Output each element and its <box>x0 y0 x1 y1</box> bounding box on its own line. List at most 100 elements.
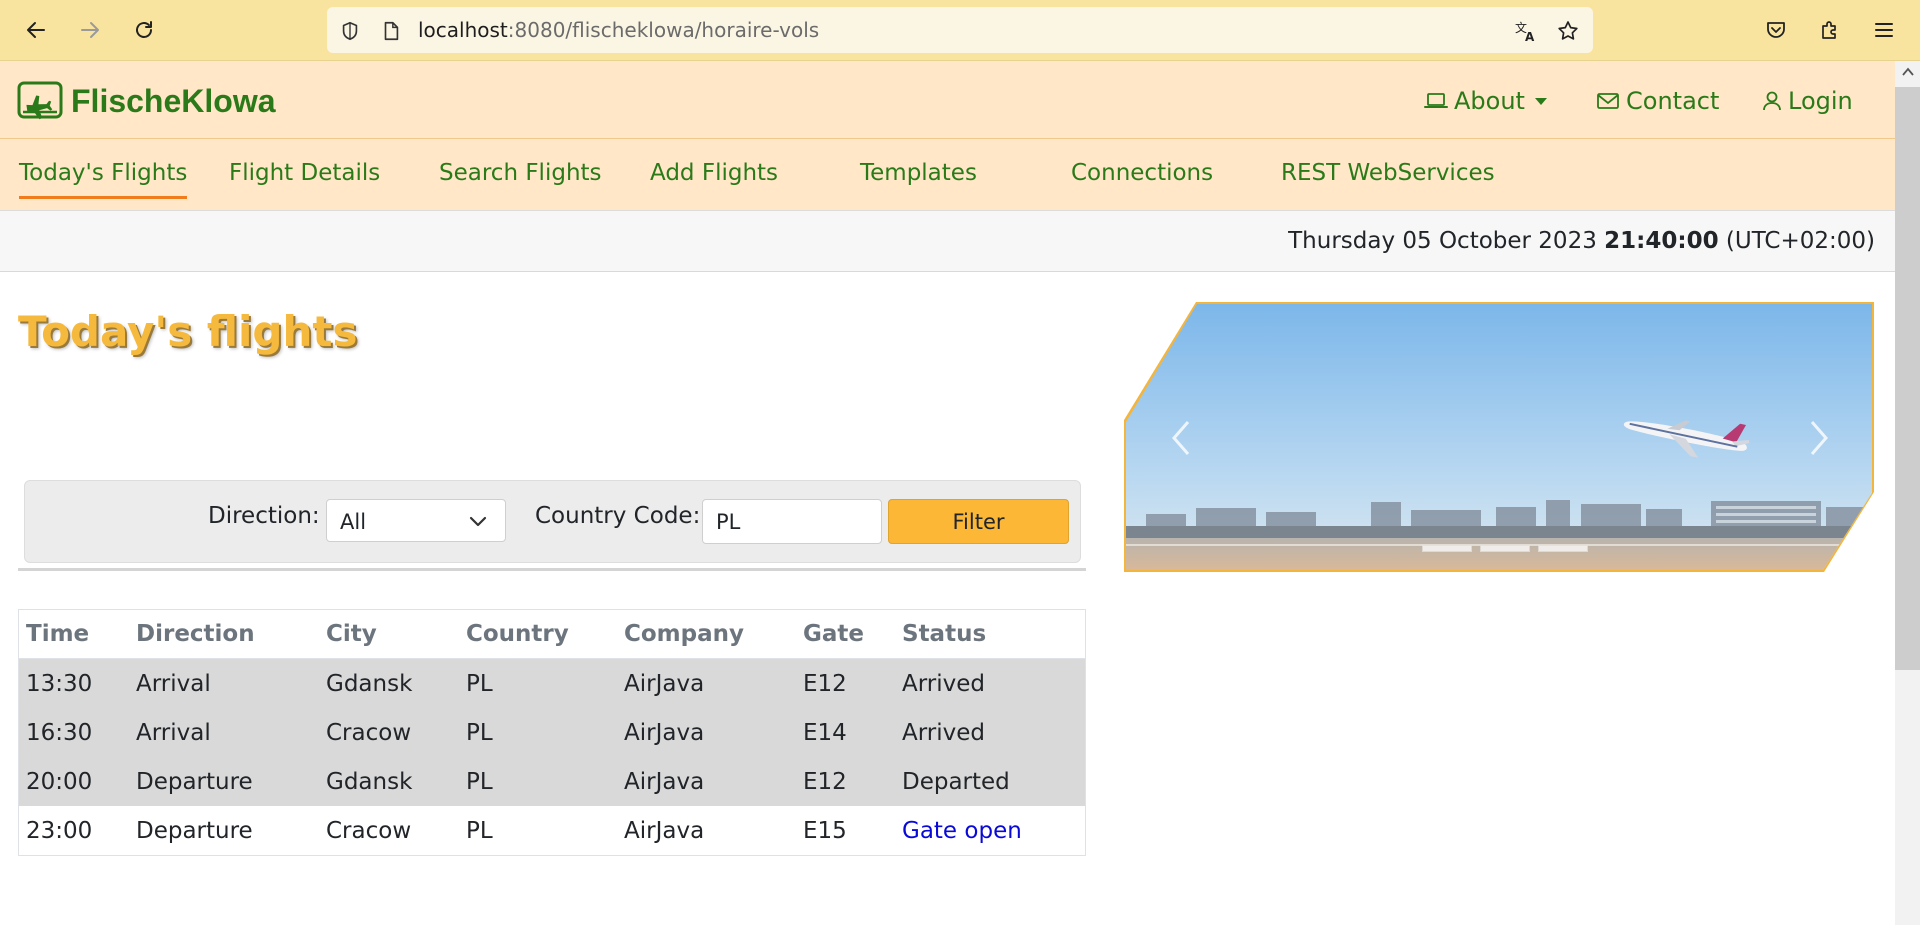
about-label: About <box>1454 87 1525 115</box>
page-scrollbar[interactable] <box>1895 61 1920 925</box>
tab-todays-flights[interactable]: Today's Flights <box>19 160 188 199</box>
about-dropdown[interactable]: About <box>1424 87 1549 115</box>
cell-gate: E12 <box>796 757 895 806</box>
tab-rest-webservices[interactable]: REST WebServices <box>1281 160 1495 186</box>
contact-link[interactable]: Contact <box>1596 87 1719 115</box>
cell-city: Gdansk <box>319 658 459 708</box>
url-host: localhost <box>418 18 508 42</box>
cell-gate: E14 <box>796 708 895 757</box>
carousel-indicators <box>1422 545 1588 552</box>
cell-time: 13:30 <box>18 658 129 708</box>
carousel-indicator[interactable] <box>1480 545 1530 552</box>
country-code-label: Country Code: <box>535 503 701 529</box>
cell-company: AirJava <box>624 817 705 844</box>
url-path: :8080/flischeklowa/horaire-vols <box>507 18 820 42</box>
tab-connections[interactable]: Connections <box>1071 160 1213 186</box>
direction-select-value: All <box>340 510 367 534</box>
cell-country: PL <box>459 658 617 708</box>
main-tabs: Today's Flights Flight Details Search Fl… <box>0 139 1895 211</box>
cell-direction: Departure <box>136 817 253 844</box>
forward-button[interactable] <box>72 12 108 48</box>
cell-company: AirJava <box>617 658 796 708</box>
envelope-icon <box>1597 93 1619 109</box>
header-direction: Direction <box>129 609 319 659</box>
current-timezone: (UTC+02:00) <box>1725 228 1875 254</box>
cell-time: 20:00 <box>18 757 129 806</box>
cell-gate: E15 <box>803 817 847 844</box>
header-gate: Gate <box>796 609 895 659</box>
extensions-button[interactable] <box>1812 12 1848 48</box>
cell-country: PL <box>459 757 617 806</box>
airplane-logo-icon <box>17 81 63 120</box>
cell-city: Cracow <box>319 708 459 757</box>
cell-direction: Departure <box>129 757 319 806</box>
url-text[interactable]: localhost:8080/flischeklowa/horaire-vols <box>418 20 819 40</box>
direction-select[interactable]: All <box>326 499 506 542</box>
star-icon[interactable] <box>1555 18 1581 44</box>
cell-time: 16:30 <box>18 708 129 757</box>
brand-link[interactable]: FlischeKlowa <box>17 81 276 121</box>
contact-label: Contact <box>1626 87 1720 115</box>
carousel-prev-button[interactable] <box>1166 418 1196 458</box>
cell-country: PL <box>466 817 493 844</box>
carousel-indicator[interactable] <box>1422 545 1472 552</box>
arrow-left-icon <box>27 22 45 38</box>
cell-direction: Arrival <box>129 658 319 708</box>
chevron-down-icon <box>469 516 487 527</box>
person-icon <box>1763 91 1781 111</box>
cell-time: 23:00 <box>26 817 93 844</box>
country-code-input[interactable] <box>702 499 882 544</box>
current-date: Thursday 05 October 2023 <box>1288 228 1597 254</box>
header-company: Company <box>617 609 796 659</box>
table-header-row: Time Direction City Country Company Gate… <box>18 609 1086 659</box>
filter-button[interactable]: Filter <box>888 499 1069 544</box>
url-bar[interactable]: localhost:8080/flischeklowa/horaire-vols… <box>327 7 1593 53</box>
page-title: Today's flights <box>18 307 358 356</box>
table-row: 23:00 Departure Cracow PL AirJava E15 Ga… <box>19 806 1086 856</box>
reload-button[interactable] <box>126 12 162 48</box>
header-status: Status <box>895 609 1086 659</box>
cell-company: AirJava <box>617 757 796 806</box>
tab-search-flights[interactable]: Search Flights <box>439 160 602 186</box>
scrollbar-thumb[interactable] <box>1895 87 1920 670</box>
scroll-up-icon[interactable] <box>1902 67 1914 77</box>
filter-divider <box>18 568 1086 571</box>
pocket-icon <box>1767 22 1785 38</box>
menu-button[interactable] <box>1866 12 1902 48</box>
site-navbar: FlischeKlowa About Contact Login <box>0 61 1895 139</box>
table-row: 16:30 Arrival Cracow PL AirJava E14 Arri… <box>18 708 1086 757</box>
browser-toolbar: localhost:8080/flischeklowa/horaire-vols… <box>0 0 1920 61</box>
cell-country: PL <box>459 708 617 757</box>
login-link[interactable]: Login <box>1762 87 1853 115</box>
translate-icon[interactable]: 文A <box>1513 18 1539 44</box>
back-button[interactable] <box>18 12 54 48</box>
airport-carousel <box>1124 302 1874 572</box>
puzzle-icon <box>1822 21 1836 39</box>
cell-status: Arrived <box>895 658 1086 708</box>
datetime-bar: Thursday 05 October 2023 21:40:00 (UTC+0… <box>0 211 1895 272</box>
header-time: Time <box>18 609 129 659</box>
brand-name: FlischeKlowa <box>71 82 276 119</box>
carousel-next-button[interactable] <box>1804 418 1834 458</box>
carousel-image <box>1126 304 1872 570</box>
chevron-right-icon <box>1810 421 1828 455</box>
tab-templates[interactable]: Templates <box>860 160 977 186</box>
table-row: 13:30 Arrival Gdansk PL AirJava E12 Arri… <box>18 658 1086 708</box>
pocket-button[interactable] <box>1758 12 1794 48</box>
status-link[interactable]: Gate open <box>895 806 1086 856</box>
header-country: Country <box>459 609 617 659</box>
cell-gate: E12 <box>796 658 895 708</box>
cell-city: Gdansk <box>319 757 459 806</box>
cell-company: AirJava <box>617 708 796 757</box>
laptop-icon <box>1424 93 1448 108</box>
tab-flight-details[interactable]: Flight Details <box>229 160 380 186</box>
carousel-indicator[interactable] <box>1538 545 1588 552</box>
tab-add-flights[interactable]: Add Flights <box>650 160 778 186</box>
svg-text:A: A <box>1525 30 1535 43</box>
caret-down-icon <box>1534 98 1547 105</box>
cell-status: Departed <box>895 757 1086 806</box>
shield-icon[interactable] <box>337 18 363 44</box>
page-icon[interactable] <box>378 18 404 44</box>
airport-photo <box>1126 304 1872 570</box>
cell-status: Arrived <box>895 708 1086 757</box>
